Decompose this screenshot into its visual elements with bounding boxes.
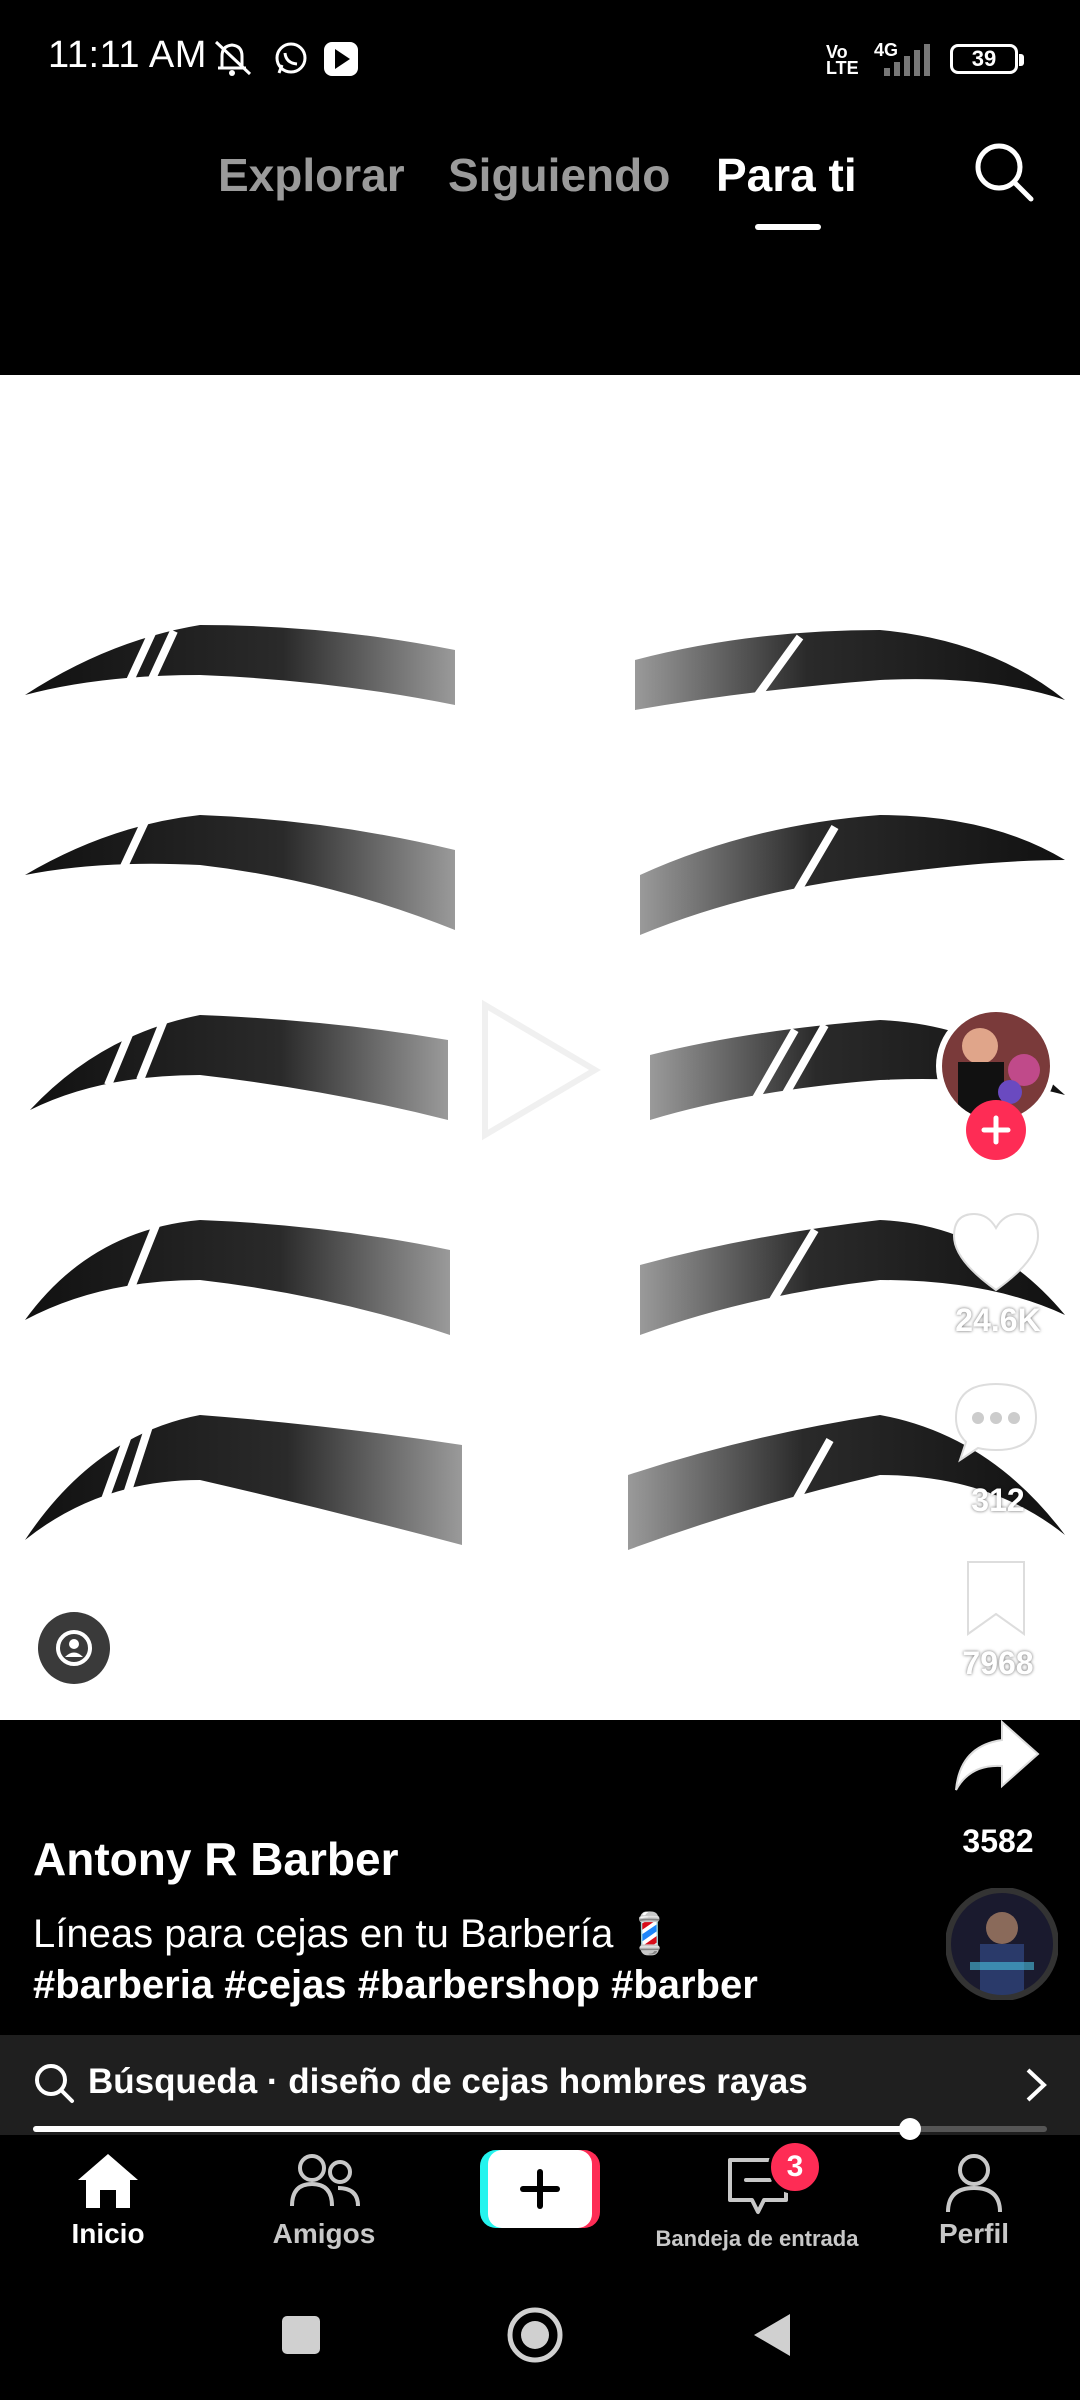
system-home-button[interactable] — [506, 2306, 564, 2364]
eyebrow-designs-image — [25, 625, 1065, 1550]
battery-indicator: 39 — [950, 44, 1018, 74]
active-tab-indicator — [755, 224, 821, 230]
account-icon[interactable] — [36, 1610, 112, 1686]
search-suggestion-text: Búsqueda · diseño de cejas hombres rayas — [88, 2062, 808, 2101]
post-caption: Líneas para cejas en tu Barbería 💈 — [33, 1912, 675, 1956]
tab-explorar[interactable]: Explorar — [218, 148, 405, 202]
author-name[interactable]: Antony R Barber — [33, 1832, 398, 1886]
video-player[interactable] — [0, 375, 1080, 1720]
nav-bandeja[interactable]: Bandeja de entrada — [642, 2226, 872, 2252]
left-brow-2 — [25, 813, 455, 930]
friends-icon[interactable] — [288, 2152, 362, 2210]
nav-perfil[interactable]: Perfil — [874, 2218, 1074, 2250]
tab-para-ti[interactable]: Para ti — [716, 148, 857, 202]
left-brow-5 — [25, 1415, 462, 1545]
nav-inicio[interactable]: Inicio — [8, 2218, 208, 2250]
muted-bell-icon — [214, 40, 252, 76]
follow-button[interactable] — [966, 1100, 1026, 1160]
search-suggestion-icon — [35, 2064, 74, 2103]
system-back-button[interactable] — [750, 2310, 794, 2360]
signal-icon — [884, 44, 930, 76]
play-store-icon — [324, 42, 358, 76]
tab-siguiendo[interactable]: Siguiendo — [448, 148, 670, 202]
like-count: 24.6K — [955, 1302, 1041, 1338]
status-time: 11:11 AM — [48, 34, 207, 76]
left-brow-4 — [25, 1218, 450, 1335]
bookmark-icon[interactable] — [964, 1558, 1028, 1638]
share-arrow-icon[interactable] — [952, 1718, 1040, 1794]
bookmark-count: 7968 — [962, 1645, 1034, 1681]
post-hashtags[interactable]: #barberia #cejas #barbershop #barber — [33, 1963, 758, 2008]
plus-icon — [981, 1115, 1011, 1145]
like-heart-icon[interactable] — [950, 1210, 1042, 1294]
volte-indicator: Vo LTE — [826, 42, 859, 78]
music-disc-icon[interactable] — [946, 1888, 1058, 2000]
left-brow-3 — [30, 1013, 448, 1120]
nav-amigos[interactable]: Amigos — [224, 2218, 424, 2250]
right-brow-2 — [640, 815, 1065, 935]
inbox-badge: 3 — [768, 2140, 822, 2194]
search-icon[interactable] — [972, 140, 1036, 204]
home-icon[interactable] — [76, 2152, 140, 2210]
left-brow-1 — [25, 625, 455, 705]
comment-count: 312 — [971, 1482, 1025, 1518]
share-count: 3582 — [962, 1823, 1034, 1859]
chevron-right-icon — [1026, 2068, 1047, 2102]
plus-icon — [520, 2169, 560, 2209]
battery-tip — [1019, 54, 1024, 66]
whatsapp-icon — [275, 42, 307, 74]
system-recents-button[interactable] — [282, 2316, 320, 2354]
profile-icon[interactable] — [944, 2152, 1004, 2214]
right-brow-1 — [635, 630, 1065, 710]
comment-icon[interactable] — [952, 1380, 1040, 1464]
create-button[interactable] — [488, 2150, 592, 2228]
video-progress-fill — [33, 2126, 911, 2132]
